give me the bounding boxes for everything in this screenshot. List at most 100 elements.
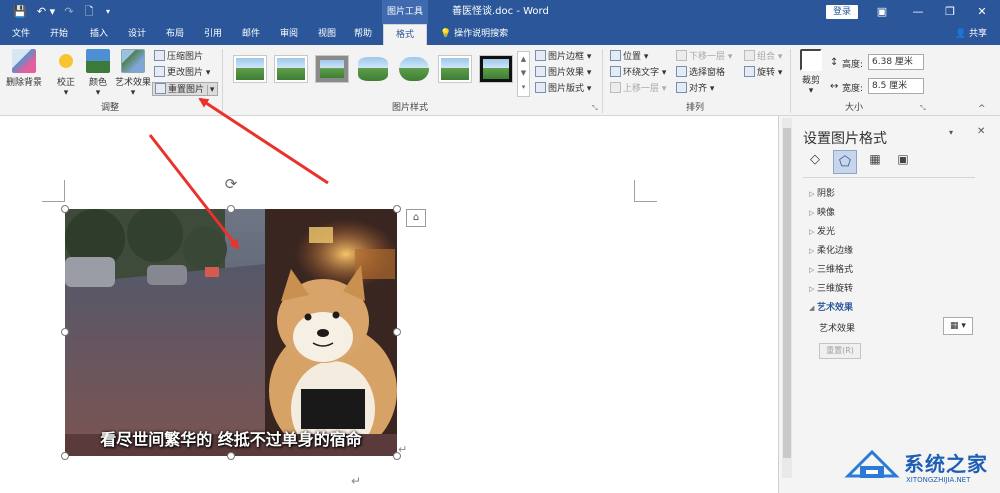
new-document-icon[interactable]: 🗋: [82, 4, 96, 20]
resize-handle[interactable]: [393, 205, 401, 213]
chevron-down-icon: ▾: [63, 88, 69, 98]
resize-handle[interactable]: [227, 452, 235, 460]
picture-border-button[interactable]: 图片边框 ▾: [535, 50, 591, 64]
section-3d-format[interactable]: ▷ 三维格式: [809, 263, 853, 277]
tab-view[interactable]: 视图: [312, 24, 342, 45]
layout-options-icon[interactable]: ⌂: [406, 209, 426, 227]
tell-me-search[interactable]: 💡 操作说明搜索: [440, 24, 530, 45]
style-gallery-scroll[interactable]: ▲ ▼ ▾: [517, 51, 530, 97]
undo-icon[interactable]: ↶ ▾: [34, 4, 58, 20]
artistic-effects-label: 艺术效果: [114, 78, 151, 88]
chevron-down-icon[interactable]: ▾: [206, 85, 215, 95]
close-button[interactable]: ✕: [964, 0, 1000, 24]
picture-color-icon: [86, 49, 110, 73]
section-label: 三维旋转: [817, 284, 854, 294]
crop-button[interactable]: 裁剪 ▾: [797, 49, 825, 96]
selection-pane-button[interactable]: 选择窗格: [676, 66, 725, 80]
effects-icon[interactable]: ⬠: [833, 150, 857, 174]
position-button[interactable]: 位置 ▾: [610, 50, 648, 64]
tab-layout[interactable]: 布局: [160, 24, 190, 45]
layout-properties-icon[interactable]: ▦: [865, 152, 885, 172]
minimize-button[interactable]: —: [900, 0, 936, 24]
section-reflection[interactable]: ▷ 映像: [809, 206, 835, 220]
page-corner-mark: [634, 180, 635, 202]
tab-format[interactable]: 格式: [383, 24, 427, 45]
dialog-launcher-icon[interactable]: ⤡: [920, 104, 926, 113]
width-input[interactable]: 8.5 厘米: [868, 78, 924, 94]
customize-quick-access-icon[interactable]: ▾: [102, 4, 114, 20]
more-icon[interactable]: ▾: [522, 83, 526, 91]
save-icon[interactable]: 💾: [12, 4, 28, 20]
picture-effects-button[interactable]: 图片效果 ▾: [535, 66, 591, 80]
ribbon-display-options-icon[interactable]: ▣: [864, 0, 900, 24]
reset-picture-label: 重置图片: [168, 85, 205, 95]
close-pane-icon[interactable]: ✕: [977, 126, 985, 137]
wrap-text-button[interactable]: 环绕文字 ▾: [610, 66, 666, 80]
tab-review[interactable]: 审阅: [274, 24, 304, 45]
picture-layout-button[interactable]: 图片版式 ▾: [535, 82, 591, 96]
send-backward-button[interactable]: 下移一层 ▾: [676, 50, 732, 64]
reset-button[interactable]: 重置(R): [819, 343, 861, 359]
resize-handle[interactable]: [61, 452, 69, 460]
artistic-effects-button[interactable]: 艺术效果 ▾: [114, 49, 152, 98]
selection-pane-label: 选择窗格: [689, 68, 726, 78]
login-button[interactable]: 登录: [826, 5, 858, 19]
sun-icon: [54, 49, 78, 73]
picture-icon[interactable]: ▣: [893, 152, 913, 172]
fill-line-icon[interactable]: ◇: [805, 152, 825, 172]
height-value: 6.38 厘米: [872, 57, 913, 67]
section-shadow[interactable]: ▷ 阴影: [809, 187, 835, 201]
section-artistic-effects[interactable]: ◢ 艺术效果: [809, 301, 853, 315]
remove-background-button[interactable]: 删除背景: [4, 49, 44, 88]
resize-handle[interactable]: [227, 205, 235, 213]
tab-help[interactable]: 帮助: [348, 24, 378, 45]
maximize-button[interactable]: ❐: [932, 0, 968, 24]
group-button[interactable]: 组合 ▾: [744, 50, 782, 64]
height-input[interactable]: 6.38 厘米: [868, 54, 924, 70]
chevron-up-icon[interactable]: ▲: [521, 55, 526, 63]
tab-mailings[interactable]: 邮件: [236, 24, 266, 45]
compress-pictures-button[interactable]: 压缩图片: [154, 50, 203, 64]
align-label: 对齐: [689, 84, 708, 94]
picture-style-thumbnail[interactable]: [233, 55, 267, 83]
section-glow[interactable]: ▷ 发光: [809, 225, 835, 239]
rotate-button[interactable]: 旋转 ▾: [744, 66, 782, 80]
color-button[interactable]: 颜色 ▾: [84, 49, 112, 98]
resize-handle[interactable]: [393, 328, 401, 336]
page-corner-mark: [42, 201, 64, 202]
resize-handle[interactable]: [61, 205, 69, 213]
section-label: 柔化边缘: [817, 246, 854, 256]
selected-picture[interactable]: 看尽世间繁华的 终抵不过单身的宿命: [61, 205, 401, 460]
reset-picture-button[interactable]: 重置图片 ▾: [152, 82, 219, 96]
tab-home[interactable]: 开始: [44, 24, 74, 45]
chevron-down-icon[interactable]: ▼: [521, 69, 526, 77]
artistic-effect-dropdown[interactable]: ▦ ▾: [943, 317, 973, 335]
picture-style-thumbnail[interactable]: [438, 55, 472, 83]
align-button[interactable]: 对齐 ▾: [676, 82, 714, 96]
group-divider: [790, 49, 791, 113]
pane-scrollbar-thumb[interactable]: [783, 128, 791, 458]
picture-style-thumbnail[interactable]: [274, 55, 308, 83]
tab-insert[interactable]: 插入: [84, 24, 114, 45]
format-picture-pane: 设置图片格式 ▾ ✕ ◇ ⬠ ▦ ▣ ▷ 阴影 ▷ 映像 ▷ 发光 ▷ 柔化边缘 ▷ 三维…: [778, 116, 1000, 493]
change-picture-button[interactable]: 更改图片 ▾: [154, 66, 210, 80]
resize-handle[interactable]: [61, 328, 69, 336]
redo-icon[interactable]: ↷: [62, 4, 76, 20]
picture-style-thumbnail[interactable]: [397, 55, 431, 83]
bring-forward-button[interactable]: 上移一层 ▾: [610, 82, 666, 96]
corrections-button[interactable]: 校正 ▾: [52, 49, 80, 98]
section-3d-rotation[interactable]: ▷ 三维旋转: [809, 282, 853, 296]
tab-file[interactable]: 文件: [6, 24, 36, 45]
section-soft-edges[interactable]: ▷ 柔化边缘: [809, 244, 853, 258]
rotate-handle-icon[interactable]: ⟳: [222, 175, 240, 193]
tab-design[interactable]: 设计: [122, 24, 152, 45]
picture-style-thumbnail[interactable]: [356, 55, 390, 83]
share-button[interactable]: 👤 共享: [948, 24, 994, 45]
tab-references[interactable]: 引用: [198, 24, 228, 45]
picture-style-thumbnail[interactable]: [315, 55, 349, 83]
pane-options-icon[interactable]: ▾: [949, 128, 953, 137]
dialog-launcher-icon[interactable]: ⤡: [592, 104, 598, 113]
collapse-ribbon-icon[interactable]: ^: [978, 104, 986, 114]
remove-background-icon: [12, 49, 36, 73]
picture-style-thumbnail[interactable]: [479, 55, 513, 83]
